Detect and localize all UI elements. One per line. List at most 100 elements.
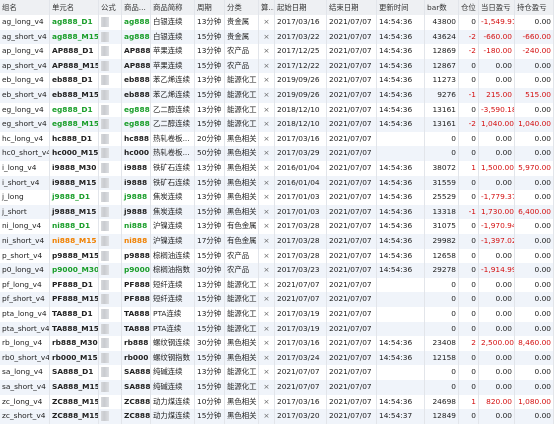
cell-daily-pnl-text: 215.00 — [486, 90, 512, 99]
cell-group: hc0_short_v4 — [0, 146, 50, 161]
table-row[interactable]: rb_long_v4 rb888_M30 rb888 螺纹钢连续 30分钟 黑色相关 × 20… — [0, 336, 554, 351]
col-header-unit[interactable]: 单元名 — [50, 0, 99, 15]
cell-end-date: 2021/07/07 — [327, 58, 377, 74]
cell-update-time-text: 14:54:36 — [379, 75, 413, 85]
cell-update-time-text: 14:54:36 — [379, 206, 413, 216]
cell-position-text: 0 — [471, 250, 476, 260]
cell-period: 10分钟 — [195, 394, 225, 410]
cell-unit: j9888_D1 — [50, 190, 99, 205]
cell-unit: SA888_M15 — [50, 380, 99, 395]
cell-bar-count-text: 0 — [451, 133, 456, 143]
col-header-period[interactable]: 周期 — [195, 0, 225, 15]
cell-category: 黑色相关 — [225, 336, 259, 351]
strategy-grid[interactable]: 组名 单元名 公式 商品... 商品简称 周期 分类 算... 起始日期 结束日… — [0, 0, 554, 430]
cell-holding-pnl: 0.00 — [515, 365, 554, 380]
col-header-code[interactable]: 商品... — [122, 0, 151, 15]
cell-bar-count: 0 — [425, 380, 459, 395]
cell-calc: × — [259, 88, 275, 103]
col-header-start-date[interactable]: 起始日期 — [275, 0, 327, 15]
cell-position-text: -1 — [468, 206, 476, 216]
cell-update-time — [377, 131, 425, 147]
col-header-daily-pnl[interactable]: 当日盈亏 — [479, 0, 515, 15]
cell-category: 黑色相关 — [225, 146, 259, 161]
table-row[interactable]: rb0_short_v4 rb000_M15 rb000 螺纹钢指数 15分钟 黑色相关 ×… — [0, 350, 554, 366]
cell-holding-pnl-text: 0.00 — [534, 382, 551, 391]
table-row[interactable]: sa_long_v4 SA888_D1 SA888 纯碱连续 13分钟 能源化工 × 2021… — [0, 365, 554, 380]
cell-product-name: 动力煤连续 — [151, 409, 195, 424]
cell-formula — [99, 248, 122, 264]
table-row[interactable]: p_short_v4 p9888_M15 p9888 棕榈油连续 15分钟 农产品 × 201… — [0, 248, 554, 264]
cell-code: p9000 — [122, 263, 151, 278]
col-header-formula[interactable]: 公式 — [99, 0, 122, 15]
table-row[interactable]: pta_long_v4 TA888_D1 TA888 PTA连续 13分钟 能源化工 × 20… — [0, 307, 554, 322]
cell-bar-count: 13161 — [425, 102, 459, 118]
cell-daily-pnl-text: -660.00 — [483, 31, 512, 41]
table-row[interactable]: zc_short_v4 ZC888_M15 ZC888 动力煤连续 15分钟 黑色相关 × 2… — [0, 409, 554, 424]
table-row[interactable]: ni_short_v4 ni888_M15 ni888 沪镍连续 17分钟 有色金属 × 20… — [0, 234, 554, 249]
cell-calc: × — [259, 29, 275, 45]
cell-daily-pnl: 0.00 — [479, 321, 515, 337]
cell-position-text: 0 — [471, 75, 476, 85]
col-header-end-date[interactable]: 结束日期 — [327, 0, 377, 15]
redacted-formula — [101, 46, 109, 57]
table-row[interactable]: hc0_short_v4 hc000_M15 hc000 热轧卷板... 50分钟 黑色相… — [0, 146, 554, 161]
col-header-category[interactable]: 分类 — [225, 0, 259, 15]
table-row[interactable]: j_short j9888_M15 j9888 焦炭连续 15分钟 黑色相关 × 2017/0… — [0, 204, 554, 220]
cell-position: 1 — [459, 161, 479, 176]
table-row[interactable]: ag_long_v4 ag888_D1 ag888 白银连续 13分钟 贵金属 × 2017/… — [0, 15, 554, 30]
cell-category: 能源化工 — [225, 292, 259, 307]
cell-product-name-text: 动力煤连续 — [153, 396, 190, 406]
cell-formula — [99, 146, 122, 161]
col-header-group[interactable]: 组名 — [0, 0, 50, 15]
cell-start-date-text: 2017/03/19 — [277, 309, 320, 318]
cell-code: SA888 — [122, 380, 151, 395]
cell-formula — [99, 190, 122, 205]
table-row[interactable]: p0_long_v4 p9000_M30 p9000 棕榈油指数 30分钟 农产品 × 201… — [0, 263, 554, 278]
cell-end-date: 2021/07/07 — [327, 321, 377, 337]
table-row[interactable]: ag_short_v4 ag888_M15 ag888 白银连续 15分钟 贵金属 × 201… — [0, 29, 554, 45]
cell-period: 15分钟 — [195, 29, 225, 45]
table-row[interactable]: hc_long_v4 hc888_D1 hc888 热轧卷板... 20分钟 黑色相关 × 2… — [0, 131, 554, 147]
redacted-formula — [101, 31, 109, 42]
table-row[interactable]: eg_short_v4 eg888_M15 eg888 乙二醇连续 15分钟 能源化工 × 2… — [0, 117, 554, 132]
table-row[interactable]: pf_long_v4 PF888_D1 PF888 短纤连续 13分钟 能源化工 × 2021… — [0, 277, 554, 293]
redacted-formula — [101, 352, 109, 363]
cell-end-date: 2021/07/07 — [327, 365, 377, 380]
cell-formula — [99, 350, 122, 366]
cell-daily-pnl-text: 0.00 — [495, 323, 512, 333]
col-header-update-time[interactable]: 更新时间 — [377, 0, 425, 15]
cell-product-name: PTA连续 — [151, 307, 195, 322]
table-row[interactable]: sa_short_v4 SA888_M15 SA888 纯碱连续 15分钟 能源化工 × 20… — [0, 380, 554, 395]
table-row[interactable]: eb_short_v4 eb888_M15 eb888 苯乙烯连续 15分钟 能源化工 × 2… — [0, 88, 554, 103]
cell-start-date: 2017/03/20 — [275, 409, 327, 424]
cell-end-date-text: 2021/07/07 — [329, 382, 372, 391]
cell-category-text: 黑色相关 — [227, 192, 257, 202]
cell-product-name: 乙二醇连续 — [151, 102, 195, 118]
cell-unit-text: SA888_M15 — [52, 382, 99, 391]
col-header-bar-count[interactable]: bar数 — [425, 0, 459, 15]
table-row[interactable]: pta_short_v4 TA888_M15 TA888 PTA连续 15分钟 能源化工 ×… — [0, 321, 554, 337]
table-row[interactable]: eb_long_v4 eb888_D1 eb888 苯乙烯连续 13分钟 能源化工 × 201… — [0, 73, 554, 88]
col-header-position[interactable]: 仓位 — [459, 0, 479, 15]
table-row[interactable]: zc_long_v4 ZC888_M15 ZC888 动力煤连续 10分钟 黑色相关 × 20… — [0, 394, 554, 410]
cell-position: 0 — [459, 350, 479, 366]
table-row[interactable]: i_long_v4 i9888_M30 i9888 铁矿石连续 13分钟 黑色相关 × 201… — [0, 161, 554, 176]
table-row[interactable]: ap_long_v4 AP888_D1 AP888 苹果连续 13分钟 农产品 × 2017/… — [0, 44, 554, 59]
cell-daily-pnl: 0.00 — [479, 175, 515, 191]
cell-group: ni_long_v4 — [0, 219, 50, 234]
table-row[interactable]: j_long j9888_D1 j9888 焦炭连续 13分钟 黑色相关 × 2017/01/… — [0, 190, 554, 205]
table-row[interactable]: ni_long_v4 ni888_D1 ni888 沪镍连续 13分钟 有色金属 × 2017… — [0, 219, 554, 234]
table-row[interactable]: i_short_v4 i9888_M15 i9888 铁矿石连续 15分钟 黑色相关 × 20… — [0, 175, 554, 191]
col-header-calc[interactable]: 算... — [259, 0, 275, 15]
col-header-holding-pnl[interactable]: 持仓盈亏▼ — [515, 0, 554, 15]
cell-holding-pnl: 0.00 — [515, 292, 554, 307]
cell-calc-text: × — [263, 250, 270, 260]
cell-code-text: i9888 — [124, 177, 148, 187]
cell-calc: × — [259, 131, 275, 147]
table-row[interactable]: pf_short_v4 PF888_M15 PF888 短纤连续 15分钟 能源化工 × 20… — [0, 292, 554, 307]
table-row[interactable]: ap_short_v4 AP888_M15 AP888 苹果连续 15分钟 农产品 × 201… — [0, 58, 554, 74]
table-row[interactable]: eg_long_v4 eg888_D1 eg888 乙二醇连续 13分钟 能源化工 × 201… — [0, 102, 554, 118]
cell-bar-count-text: 12849 — [432, 411, 456, 421]
redacted-formula — [101, 206, 109, 217]
col-header-name[interactable]: 商品简称 — [151, 0, 195, 15]
